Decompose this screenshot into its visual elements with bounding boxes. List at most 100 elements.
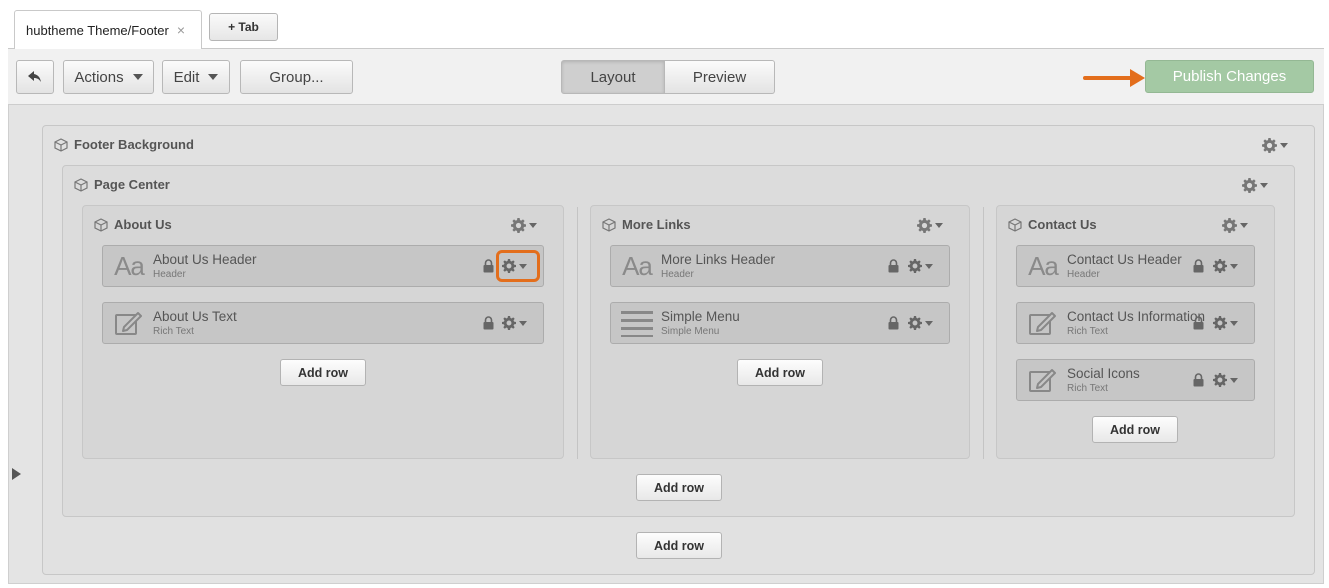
module-type: Rich Text <box>153 326 194 337</box>
cube-icon <box>1008 217 1022 232</box>
annotation-arrow-head <box>1130 69 1145 87</box>
edit-pencil-icon <box>113 309 145 337</box>
gear-icon <box>1242 178 1257 193</box>
column-settings[interactable] <box>1222 218 1248 233</box>
layout-tab[interactable]: Layout <box>561 60 665 94</box>
module-settings[interactable] <box>1213 316 1238 330</box>
gear-icon <box>1213 373 1227 387</box>
chevron-down-icon <box>935 223 943 228</box>
module-name: More Links Header <box>661 252 776 267</box>
close-tab-icon[interactable]: × <box>177 22 185 38</box>
lock-icon[interactable] <box>1193 259 1204 273</box>
add-row-button[interactable]: Add row <box>737 359 823 386</box>
module-settings[interactable] <box>908 259 933 273</box>
page-center-title: Page Center <box>74 177 170 192</box>
module-about-us-header[interactable]: Aa About Us Header Header <box>102 245 544 287</box>
gear-icon <box>1213 259 1227 273</box>
module-contact-us-information[interactable]: Contact Us Information Rich Text <box>1016 302 1255 344</box>
chevron-down-icon <box>1240 223 1248 228</box>
gear-icon <box>1262 138 1277 153</box>
cube-icon <box>602 217 616 232</box>
gear-icon <box>1213 316 1227 330</box>
footer-background-title: Footer Background <box>54 137 194 152</box>
chevron-down-icon <box>1260 183 1268 188</box>
column-divider[interactable] <box>577 207 578 459</box>
module-contact-us-header[interactable]: Aa Contact Us Header Header <box>1016 245 1255 287</box>
gear-icon <box>917 218 932 233</box>
column-settings[interactable] <box>511 218 537 233</box>
lock-icon[interactable] <box>483 259 494 273</box>
menu-lines-icon <box>621 309 653 337</box>
module-social-icons[interactable]: Social Icons Rich Text <box>1016 359 1255 401</box>
module-name: Contact Us Information <box>1067 309 1206 324</box>
module-settings[interactable] <box>1213 373 1238 387</box>
column-title: Contact Us <box>1008 217 1097 232</box>
tab-label: hubtheme Theme/Footer <box>26 22 169 38</box>
module-name: About Us Header <box>153 252 257 267</box>
column-title: More Links <box>602 217 691 232</box>
module-settings[interactable] <box>1213 259 1238 273</box>
module-simple-menu[interactable]: Simple Menu Simple Menu <box>610 302 950 344</box>
module-more-links-header[interactable]: Aa More Links Header Header <box>610 245 950 287</box>
tab-bar: hubtheme Theme/Footer × + Tab <box>8 0 1324 50</box>
chevron-down-icon <box>1230 320 1238 326</box>
lock-icon[interactable] <box>483 316 494 330</box>
back-button[interactable] <box>16 60 54 94</box>
group-button[interactable]: Group... <box>240 60 353 94</box>
lock-icon[interactable] <box>1193 316 1204 330</box>
module-settings[interactable] <box>502 316 527 330</box>
chevron-down-icon <box>208 74 219 80</box>
chevron-down-icon <box>925 263 933 269</box>
chevron-down-icon <box>925 320 933 326</box>
reply-arrow-icon <box>28 71 41 82</box>
edit-label: Edit <box>173 68 200 86</box>
chevron-down-icon <box>1230 377 1238 383</box>
module-type: Simple Menu <box>661 326 720 337</box>
module-name: Simple Menu <box>661 309 740 324</box>
module-type: Header <box>661 269 694 280</box>
column-settings[interactable] <box>917 218 943 233</box>
footer-background-settings[interactable] <box>1262 138 1288 153</box>
add-row-button[interactable]: Add row <box>280 359 366 386</box>
tab-hubtheme-footer[interactable]: hubtheme Theme/Footer × <box>14 10 202 50</box>
cube-icon <box>54 137 68 152</box>
publish-changes-button[interactable]: Publish Changes <box>1145 60 1314 93</box>
chevron-down-icon <box>132 74 143 80</box>
gear-icon <box>908 316 922 330</box>
lock-icon[interactable] <box>888 316 899 330</box>
module-name: About Us Text <box>153 309 237 324</box>
edit-pencil-icon <box>1027 366 1059 394</box>
chevron-down-icon <box>1230 263 1238 269</box>
cube-icon <box>74 177 88 192</box>
text-aa-icon: Aa <box>622 250 653 281</box>
text-aa-icon: Aa <box>1028 250 1059 281</box>
module-name: Contact Us Header <box>1067 252 1182 267</box>
sidebar-expand-icon[interactable] <box>12 468 21 480</box>
actions-label: Actions <box>74 68 124 86</box>
gear-icon <box>511 218 526 233</box>
module-type: Rich Text <box>1067 383 1108 394</box>
annotation-arrow <box>1083 76 1133 80</box>
cube-icon <box>94 217 108 232</box>
module-type: Rich Text <box>1067 326 1108 337</box>
module-type: Header <box>153 269 186 280</box>
annotation-highlight-box <box>496 250 540 282</box>
module-settings[interactable] <box>908 316 933 330</box>
page-center-add-row-button[interactable]: Add row <box>636 474 722 501</box>
edit-pencil-icon <box>1027 309 1059 337</box>
module-name: Social Icons <box>1067 366 1140 381</box>
column-divider[interactable] <box>983 207 984 459</box>
footer-background-add-row-button[interactable]: Add row <box>636 532 722 559</box>
module-type: Header <box>1067 269 1100 280</box>
edit-dropdown[interactable]: Edit <box>162 60 230 94</box>
page-center-settings[interactable] <box>1242 178 1268 193</box>
lock-icon[interactable] <box>1193 373 1204 387</box>
gear-icon <box>502 316 516 330</box>
actions-dropdown[interactable]: Actions <box>63 60 154 94</box>
add-tab-button[interactable]: + Tab <box>209 13 278 41</box>
chevron-down-icon <box>1280 143 1288 148</box>
add-row-button[interactable]: Add row <box>1092 416 1178 443</box>
lock-icon[interactable] <box>888 259 899 273</box>
preview-tab[interactable]: Preview <box>665 60 775 94</box>
module-about-us-text[interactable]: About Us Text Rich Text <box>102 302 544 344</box>
